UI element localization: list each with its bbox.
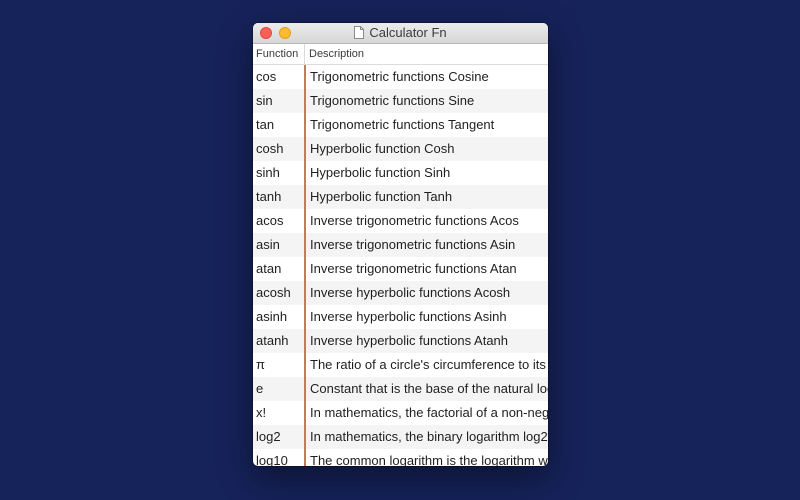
- title-bar[interactable]: Calculator Fn: [253, 23, 548, 44]
- table-row[interactable]: sin Trigonometric functions Sine: [253, 89, 548, 113]
- table-row[interactable]: cosh Hyperbolic function Cosh: [253, 137, 548, 161]
- function-cell: cos: [256, 69, 277, 84]
- column-header-function[interactable]: Function: [253, 44, 304, 64]
- description-cell: Hyperbolic function Sinh: [310, 165, 451, 180]
- calculator-fn-window: Calculator Fn Function Description cos Tr…: [253, 23, 548, 466]
- table-row[interactable]: cos Trigonometric functions Cosine: [253, 65, 548, 89]
- function-cell: cosh: [256, 141, 284, 156]
- column-header-description[interactable]: Description: [305, 44, 364, 64]
- description-cell: Constant that is the base of the natural…: [310, 381, 548, 396]
- table-row[interactable]: asin Inverse trigonometric functions Asin: [253, 233, 548, 257]
- description-cell: Trigonometric functions Sine: [310, 93, 475, 108]
- function-cell: x!: [256, 405, 267, 420]
- description-cell: Hyperbolic function Cosh: [310, 141, 455, 156]
- table-row[interactable]: atan Inverse trigonometric functions Atan: [253, 257, 548, 281]
- description-cell: Inverse hyperbolic functions Atanh: [310, 333, 509, 348]
- window-title-wrap: Calculator Fn: [253, 25, 548, 41]
- description-cell: Hyperbolic function Tanh: [310, 189, 453, 204]
- function-cell: sin: [256, 93, 273, 108]
- description-cell: Inverse hyperbolic functions Acosh: [310, 285, 511, 300]
- function-cell: asinh: [256, 309, 288, 324]
- function-cell: tan: [256, 117, 275, 132]
- function-cell: asin: [256, 237, 280, 252]
- table-row[interactable]: e Constant that is the base of the natura…: [253, 377, 548, 401]
- table-row[interactable]: sinh Hyperbolic function Sinh: [253, 161, 548, 185]
- table-row[interactable]: x! In mathematics, the factorial of a non…: [253, 401, 548, 425]
- function-cell: acos: [256, 213, 284, 228]
- function-cell: sinh: [256, 165, 280, 180]
- document-icon: [354, 26, 365, 39]
- description-cell: The common logarithm is the logarithm wi…: [310, 453, 548, 466]
- function-cell: e: [256, 381, 264, 396]
- description-cell: In mathematics, the factorial of a non-n…: [310, 405, 548, 420]
- description-cell: Inverse trigonometric functions Acos: [310, 213, 519, 228]
- description-cell: In mathematics, the binary logarithm log…: [310, 429, 548, 444]
- function-cell: atanh: [256, 333, 289, 348]
- function-cell: acosh: [256, 285, 291, 300]
- function-cell: atan: [256, 261, 282, 276]
- description-cell: Trigonometric functions Tangent: [310, 117, 495, 132]
- table-row[interactable]: tanh Hyperbolic function Tanh: [253, 185, 548, 209]
- table-row[interactable]: acosh Inverse hyperbolic functions Acosh: [253, 281, 548, 305]
- table-row[interactable]: asinh Inverse hyperbolic functions Asinh: [253, 305, 548, 329]
- table-row[interactable]: log10 The common logarithm is the logarit…: [253, 449, 548, 466]
- function-cell: log10: [256, 453, 288, 466]
- description-cell: The ratio of a circle's circumference to…: [310, 357, 548, 372]
- table-row[interactable]: log2 In mathematics, the binary logarithm…: [253, 425, 548, 449]
- function-cell: tanh: [256, 189, 282, 204]
- description-cell: Trigonometric functions Cosine: [310, 69, 489, 84]
- description-cell: Inverse trigonometric functions Asin: [310, 237, 516, 252]
- function-cell: π: [256, 357, 265, 372]
- function-cell: log2: [256, 429, 281, 444]
- description-cell: Inverse trigonometric functions Atan: [310, 261, 517, 276]
- table-row[interactable]: π The ratio of a circle's circumference t…: [253, 353, 548, 377]
- table-row[interactable]: tan Trigonometric functions Tangent: [253, 113, 548, 137]
- function-table: cos Trigonometric functions Cosine sin Trig…: [253, 65, 548, 466]
- table-header: Function Description: [253, 44, 548, 65]
- table-row[interactable]: acos Inverse trigonometric functions Acos: [253, 209, 548, 233]
- window-title: Calculator Fn: [369, 25, 447, 40]
- description-cell: Inverse hyperbolic functions Asinh: [310, 309, 507, 324]
- table-row[interactable]: atanh Inverse hyperbolic functions Atanh: [253, 329, 548, 353]
